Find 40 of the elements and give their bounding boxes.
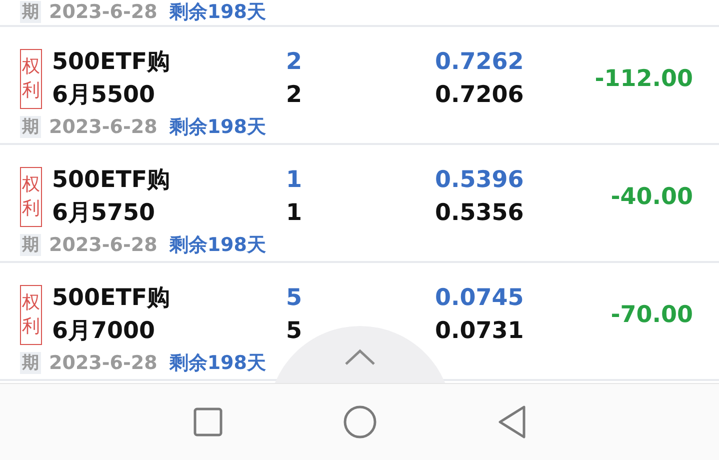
current-price: 0.5396	[435, 166, 525, 195]
home-icon[interactable]	[342, 405, 376, 439]
expiry-label: 期	[20, 1, 41, 23]
expiry-date: 2023-6-28	[49, 352, 158, 374]
expiry-date: 2023-6-28	[49, 234, 158, 256]
chevron-up-icon	[344, 348, 376, 366]
option-contract: 6月7000	[52, 317, 156, 346]
expiry-date: 2023-6-28	[49, 116, 158, 138]
quantity: 2	[286, 48, 302, 77]
profit-loss: -40.00	[610, 182, 693, 212]
cost-price: 0.7206	[435, 81, 525, 110]
current-price: 0.7262	[435, 48, 525, 77]
current-price: 0.0745	[435, 284, 525, 313]
expiry-label: 期	[20, 352, 41, 374]
rights-badge: 权利	[20, 49, 42, 109]
quantity: 1	[286, 166, 302, 195]
available-quantity: 2	[286, 81, 302, 110]
days-remaining: 剩余198天	[169, 116, 266, 138]
option-name: 500ETF购	[52, 166, 172, 195]
rights-badge: 权利	[20, 285, 42, 345]
expiry-date: 2023-6-28	[49, 1, 158, 23]
cost-price: 0.5356	[435, 199, 525, 228]
available-quantity: 1	[286, 199, 302, 228]
expiry-label: 期	[20, 116, 41, 138]
option-contract: 6月5750	[52, 199, 156, 228]
profit-loss: -112.00	[594, 64, 693, 94]
available-quantity: 5	[286, 317, 302, 346]
quantity: 5	[286, 284, 302, 313]
rights-badge: 权利	[20, 167, 42, 227]
cost-price: 0.0731	[435, 317, 525, 346]
expiry-label: 期	[20, 234, 41, 256]
recent-apps-icon[interactable]	[192, 407, 222, 437]
back-icon[interactable]	[496, 405, 526, 439]
profit-loss: -70.00	[610, 300, 693, 330]
days-remaining: 剩余198天	[169, 234, 266, 256]
days-remaining: 剩余198天	[169, 352, 266, 374]
days-remaining: 剩余198天	[169, 1, 266, 23]
option-contract: 6月5500	[52, 81, 156, 110]
option-name: 500ETF购	[52, 48, 172, 77]
option-name: 500ETF购	[52, 284, 172, 313]
